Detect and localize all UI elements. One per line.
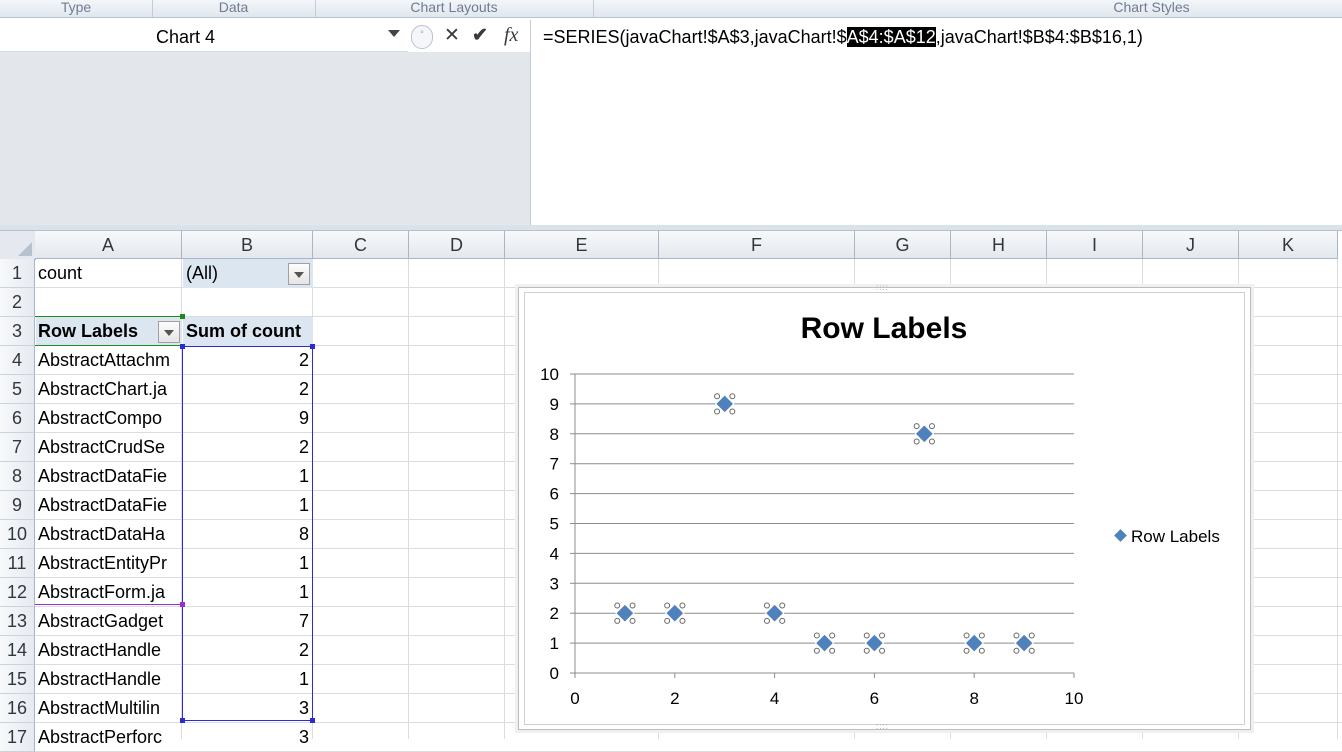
row-label-cell[interactable]: AbstractGadget [36, 607, 182, 636]
row-header-10[interactable]: 10 [0, 520, 35, 549]
ribbon-group-data: Data [152, 0, 316, 17]
select-all-icon [18, 242, 32, 256]
row-header-6[interactable]: 6 [0, 404, 35, 433]
row-label-cell[interactable]: AbstractCompo [36, 404, 182, 433]
range-handle-top-left[interactable] [180, 344, 185, 349]
ribbon-group-labels: Type Data Chart Layouts Chart Styles [0, 0, 1342, 18]
row-header-7[interactable]: 7 [0, 433, 35, 462]
selection-range-b4-b16 [182, 346, 313, 721]
row-header-8[interactable]: 8 [0, 462, 35, 491]
column-header-e[interactable]: E [505, 231, 659, 259]
row-header-9[interactable]: 9 [0, 491, 35, 520]
row-header-14[interactable]: 14 [0, 636, 35, 665]
formula-highlight: A$4:$A$12 [846, 27, 936, 47]
chart-resize-handle-bottom[interactable]: :::: [876, 722, 889, 731]
grid-vline [504, 259, 505, 739]
column-header-j[interactable]: J [1143, 231, 1239, 259]
row-header-3[interactable]: 3 [0, 317, 35, 346]
legend-diamond-icon [1114, 529, 1127, 542]
sum-of-count-cell[interactable]: 3 [183, 723, 313, 752]
row-header-11[interactable]: 11 [0, 549, 35, 578]
ribbon-group-chart-styles: Chart Styles [1113, 0, 1190, 15]
column-header-d[interactable]: D [409, 231, 505, 259]
formula-gray-area [0, 52, 530, 226]
row-header-1[interactable]: 1 [0, 259, 35, 288]
row-header-2[interactable]: 2 [0, 288, 35, 317]
row-label-cell[interactable]: AbstractForm.ja [36, 578, 182, 607]
chart-resize-handle-top[interactable]: :::: [876, 283, 889, 292]
column-header-k[interactable]: K [1239, 231, 1338, 259]
selection-border-green-top [35, 316, 182, 317]
row-header-15[interactable]: 15 [0, 665, 35, 694]
row-label-cell[interactable]: AbstractDataFie [36, 491, 182, 520]
column-header-f[interactable]: F [659, 231, 855, 259]
range-handle-top-right[interactable] [310, 344, 315, 349]
name-box-value: Chart 4 [156, 27, 216, 47]
row-header-4[interactable]: 4 [0, 346, 35, 375]
range-handle-bottom-left[interactable] [180, 718, 185, 723]
function-icon[interactable]: fx [504, 24, 518, 47]
column-header-h[interactable]: H [951, 231, 1047, 259]
row-header-16[interactable]: 16 [0, 694, 35, 723]
cell-a1[interactable]: count [36, 259, 182, 288]
row-header-13[interactable]: 13 [0, 607, 35, 636]
row-label-cell[interactable]: AbstractEntityPr [36, 549, 182, 578]
chart-title[interactable]: Row Labels [700, 312, 1068, 346]
row-header-12[interactable]: 12 [0, 578, 35, 607]
legend-label: Row Labels [1131, 527, 1220, 546]
name-box[interactable]: Chart 4 [0, 20, 408, 52]
range-handle-green[interactable] [180, 314, 185, 319]
row-label-cell[interactable]: AbstractHandle [36, 665, 182, 694]
check-icon[interactable]: ✔ [472, 24, 488, 47]
row-label-cell[interactable]: AbstractPerforc [36, 723, 182, 752]
formula-part-1: =SERIES(javaChart!$A$3,javaChart!$ [543, 27, 847, 47]
column-header-g[interactable]: G [855, 231, 951, 259]
range-handle-purple-left[interactable] [180, 602, 185, 607]
row-header-17[interactable]: 17 [0, 723, 35, 752]
row-header-5[interactable]: 5 [0, 375, 35, 404]
formula-bar[interactable]: =SERIES(javaChart!$A$3,javaChart!$A$4:$A… [530, 20, 1342, 226]
formula-text: =SERIES(javaChart!$A$3,javaChart!$A$4:$A… [543, 27, 1143, 48]
filter-dropdown-button[interactable] [288, 263, 310, 285]
row-label-cell[interactable]: AbstractDataHa [36, 520, 182, 549]
ribbon-group-type: Type [0, 0, 153, 17]
name-box-dropdown-icon[interactable] [388, 30, 400, 37]
row-label-cell[interactable]: AbstractMultilin [36, 694, 182, 723]
column-header-c[interactable]: C [313, 231, 409, 259]
grid-vline [1337, 259, 1338, 739]
selection-border-purple [35, 604, 182, 605]
grid-vline [408, 259, 409, 739]
splitter-handle[interactable]: ◦ [411, 25, 433, 49]
cell-b3[interactable]: Sum of count [183, 317, 313, 346]
chart-legend[interactable]: Row Labels [1114, 527, 1220, 547]
column-header-a[interactable]: A [35, 231, 182, 259]
row-label-cell[interactable]: AbstractChart.ja [36, 375, 182, 404]
column-header-i[interactable]: I [1047, 231, 1143, 259]
select-all-corner[interactable] [0, 231, 36, 260]
row-label-cell[interactable]: AbstractAttachm [36, 346, 182, 375]
row-label-cell[interactable]: AbstractHandle [36, 636, 182, 665]
row-label-cell[interactable]: AbstractDataFie [36, 462, 182, 491]
range-handle-bottom-right[interactable] [310, 718, 315, 723]
selection-border-green [35, 345, 182, 346]
formula-part-2: ,javaChart!$B$4:$B$16,1) [935, 27, 1143, 47]
chart-area[interactable] [524, 292, 1245, 725]
row-labels-filter-button[interactable] [158, 321, 180, 343]
row-label-cell[interactable]: AbstractCrudSe [36, 433, 182, 462]
column-header-b[interactable]: B [182, 231, 313, 259]
close-icon[interactable]: ✕ [444, 24, 460, 47]
ribbon-group-chart-layouts: Chart Layouts [315, 0, 594, 17]
